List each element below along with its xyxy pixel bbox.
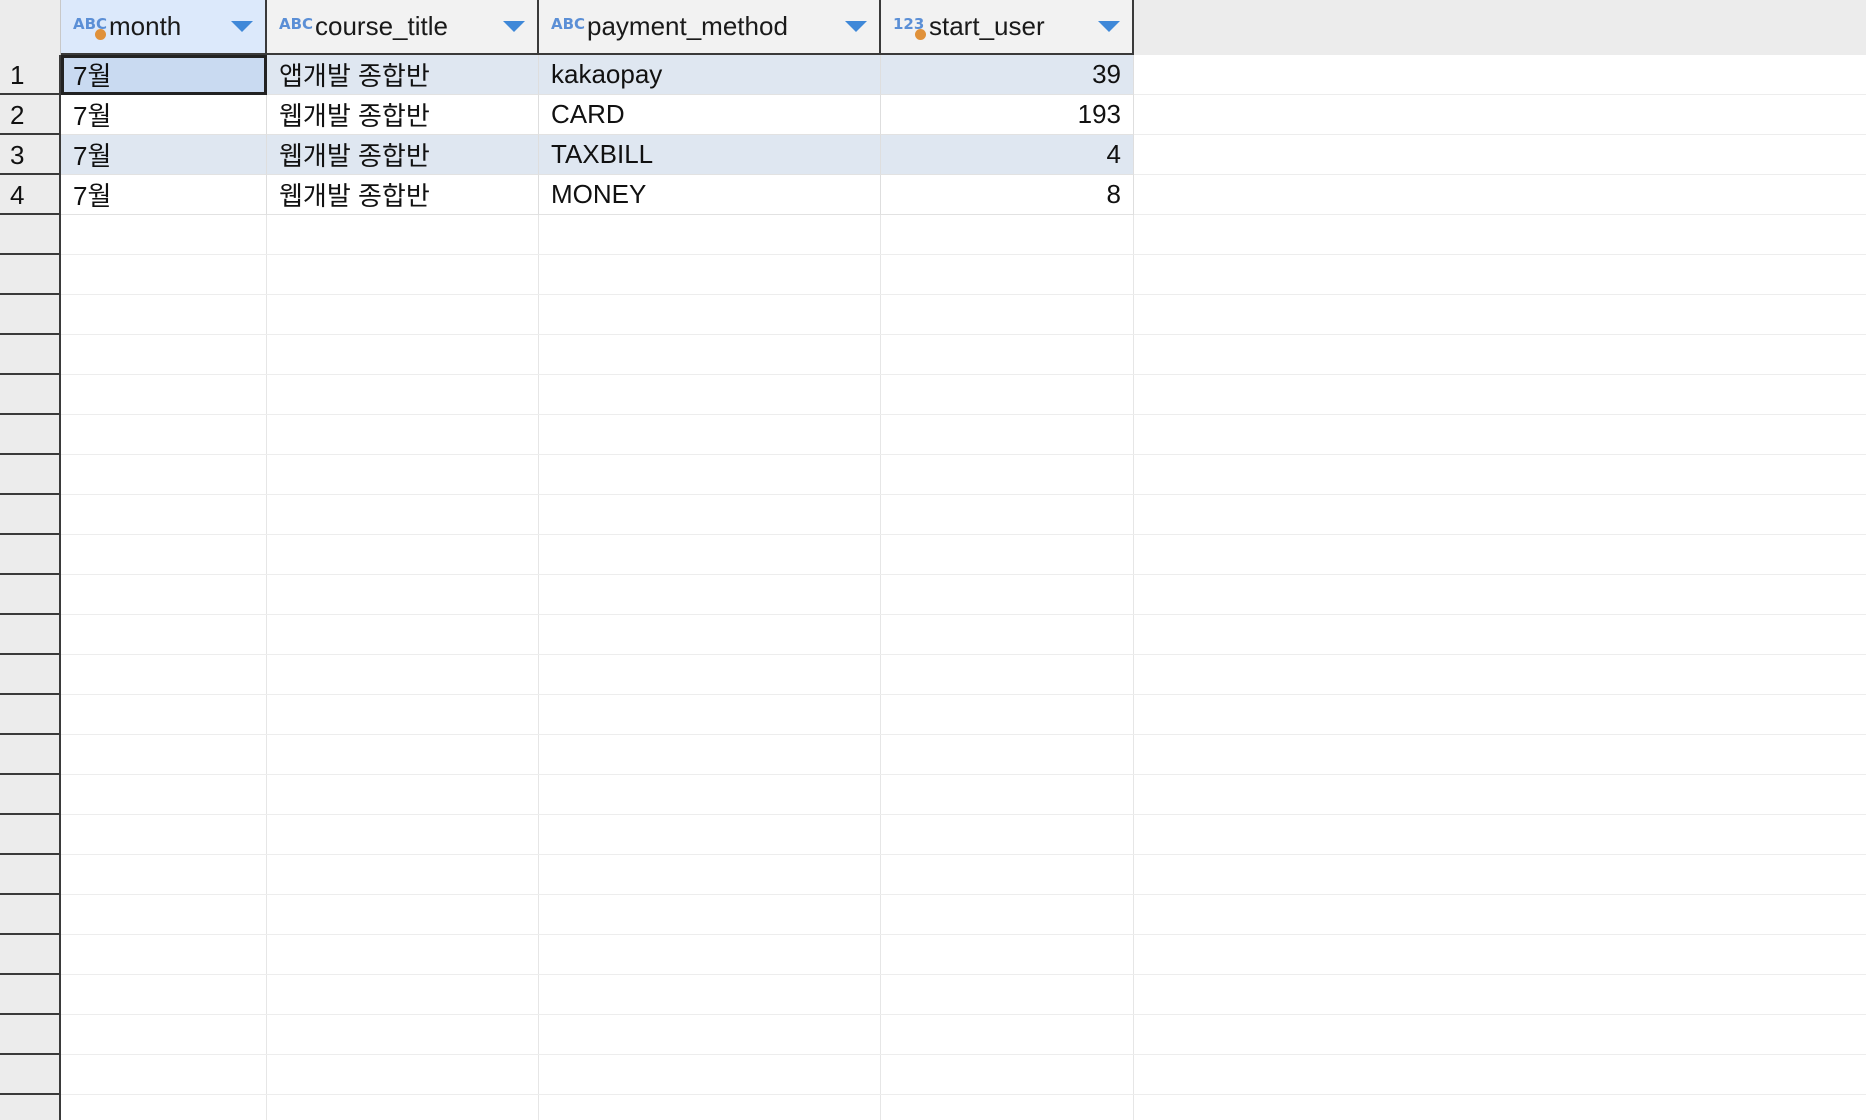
empty-row — [61, 615, 1866, 655]
empty-row — [61, 1015, 1866, 1055]
table-cell-payment-method[interactable]: kakaopay — [539, 55, 881, 95]
table-cell-payment-method[interactable]: TAXBILL — [539, 135, 881, 175]
empty-row — [61, 1055, 1866, 1095]
row-number[interactable] — [0, 495, 61, 535]
row-number[interactable] — [0, 215, 61, 255]
table-cell-course-title[interactable]: 앱개발 종합반 — [267, 55, 539, 95]
row-number[interactable] — [0, 695, 61, 735]
row-number[interactable]: 2 — [0, 95, 61, 135]
row-number[interactable] — [0, 1055, 61, 1095]
table-cell-payment-method[interactable]: CARD — [539, 95, 881, 135]
row-number[interactable] — [0, 735, 61, 775]
row-number[interactable] — [0, 775, 61, 815]
column-header-payment-method[interactable]: ABC payment_method — [539, 0, 881, 55]
empty-row — [61, 895, 1866, 935]
row-number[interactable]: 4 — [0, 175, 61, 215]
column-header-month[interactable]: ABC month — [61, 0, 267, 55]
empty-row — [61, 415, 1866, 455]
row-number[interactable] — [0, 455, 61, 495]
empty-row — [61, 815, 1866, 855]
table-cell-start-user[interactable]: 8 — [881, 175, 1134, 215]
text-type-icon: ABC — [551, 14, 586, 33]
row-number[interactable] — [0, 1095, 61, 1120]
empty-row — [61, 375, 1866, 415]
column-menu-arrow-icon[interactable] — [845, 21, 867, 32]
empty-row — [61, 1095, 1866, 1120]
empty-row — [61, 335, 1866, 375]
column-menu-arrow-icon[interactable] — [1098, 21, 1120, 32]
column-name: start_user — [929, 11, 1045, 41]
column-header-course-title[interactable]: ABC course_title — [267, 0, 539, 55]
row-number[interactable] — [0, 975, 61, 1015]
column-name: month — [109, 11, 182, 41]
table-cell-payment-method[interactable]: MONEY — [539, 175, 881, 215]
row-filler — [1134, 95, 1866, 135]
text-type-icon: ABC — [279, 14, 314, 33]
results-grid: ABC month ABC course_title ABC payment_m… — [0, 0, 1866, 1120]
grid-corner[interactable] — [0, 0, 61, 55]
key-dot-icon — [915, 28, 926, 40]
row-number[interactable] — [0, 255, 61, 295]
row-number[interactable] — [0, 295, 61, 335]
table-cell-month[interactable]: 7월 — [61, 135, 267, 175]
empty-row — [61, 215, 1866, 255]
row-number[interactable] — [0, 535, 61, 575]
table-cell-month[interactable]: 7월 — [61, 95, 267, 135]
row-number[interactable] — [0, 855, 61, 895]
numeric-type-icon: 123 — [893, 12, 927, 42]
empty-row — [61, 535, 1866, 575]
row-filler — [1134, 175, 1866, 215]
column-menu-arrow-icon[interactable] — [231, 21, 253, 32]
table-cell-start-user[interactable]: 39 — [881, 55, 1134, 95]
column-name: course_title — [315, 11, 448, 41]
row-number[interactable] — [0, 575, 61, 615]
empty-row — [61, 855, 1866, 895]
empty-row — [61, 975, 1866, 1015]
empty-row — [61, 575, 1866, 615]
row-filler — [1134, 135, 1866, 175]
table-cell-start-user[interactable]: 4 — [881, 135, 1134, 175]
table-cell-start-user[interactable]: 193 — [881, 95, 1134, 135]
empty-row — [61, 735, 1866, 775]
column-name: payment_method — [587, 11, 788, 41]
empty-row — [61, 655, 1866, 695]
empty-row — [61, 295, 1866, 335]
text-type-icon: ABC — [73, 12, 107, 42]
row-number[interactable] — [0, 655, 61, 695]
row-number[interactable] — [0, 1015, 61, 1055]
empty-row — [61, 935, 1866, 975]
row-number[interactable] — [0, 615, 61, 655]
row-number[interactable] — [0, 935, 61, 975]
row-filler — [1134, 55, 1866, 95]
empty-row — [61, 255, 1866, 295]
table-cell-month[interactable]: 7월 — [61, 55, 267, 95]
row-number[interactable] — [0, 415, 61, 455]
row-number[interactable] — [0, 895, 61, 935]
table-cell-course-title[interactable]: 웹개발 종합반 — [267, 95, 539, 135]
column-header-start-user[interactable]: 123 start_user — [881, 0, 1134, 55]
row-number[interactable]: 1 — [0, 55, 61, 95]
key-dot-icon — [95, 28, 106, 40]
column-menu-arrow-icon[interactable] — [503, 21, 525, 32]
empty-row — [61, 695, 1866, 735]
row-number[interactable] — [0, 335, 61, 375]
table-cell-month[interactable]: 7월 — [61, 175, 267, 215]
table-cell-course-title[interactable]: 웹개발 종합반 — [267, 135, 539, 175]
empty-row — [61, 455, 1866, 495]
empty-row — [61, 775, 1866, 815]
row-number[interactable] — [0, 375, 61, 415]
empty-row — [61, 495, 1866, 535]
row-number[interactable] — [0, 815, 61, 855]
table-cell-course-title[interactable]: 웹개발 종합반 — [267, 175, 539, 215]
row-number[interactable]: 3 — [0, 135, 61, 175]
